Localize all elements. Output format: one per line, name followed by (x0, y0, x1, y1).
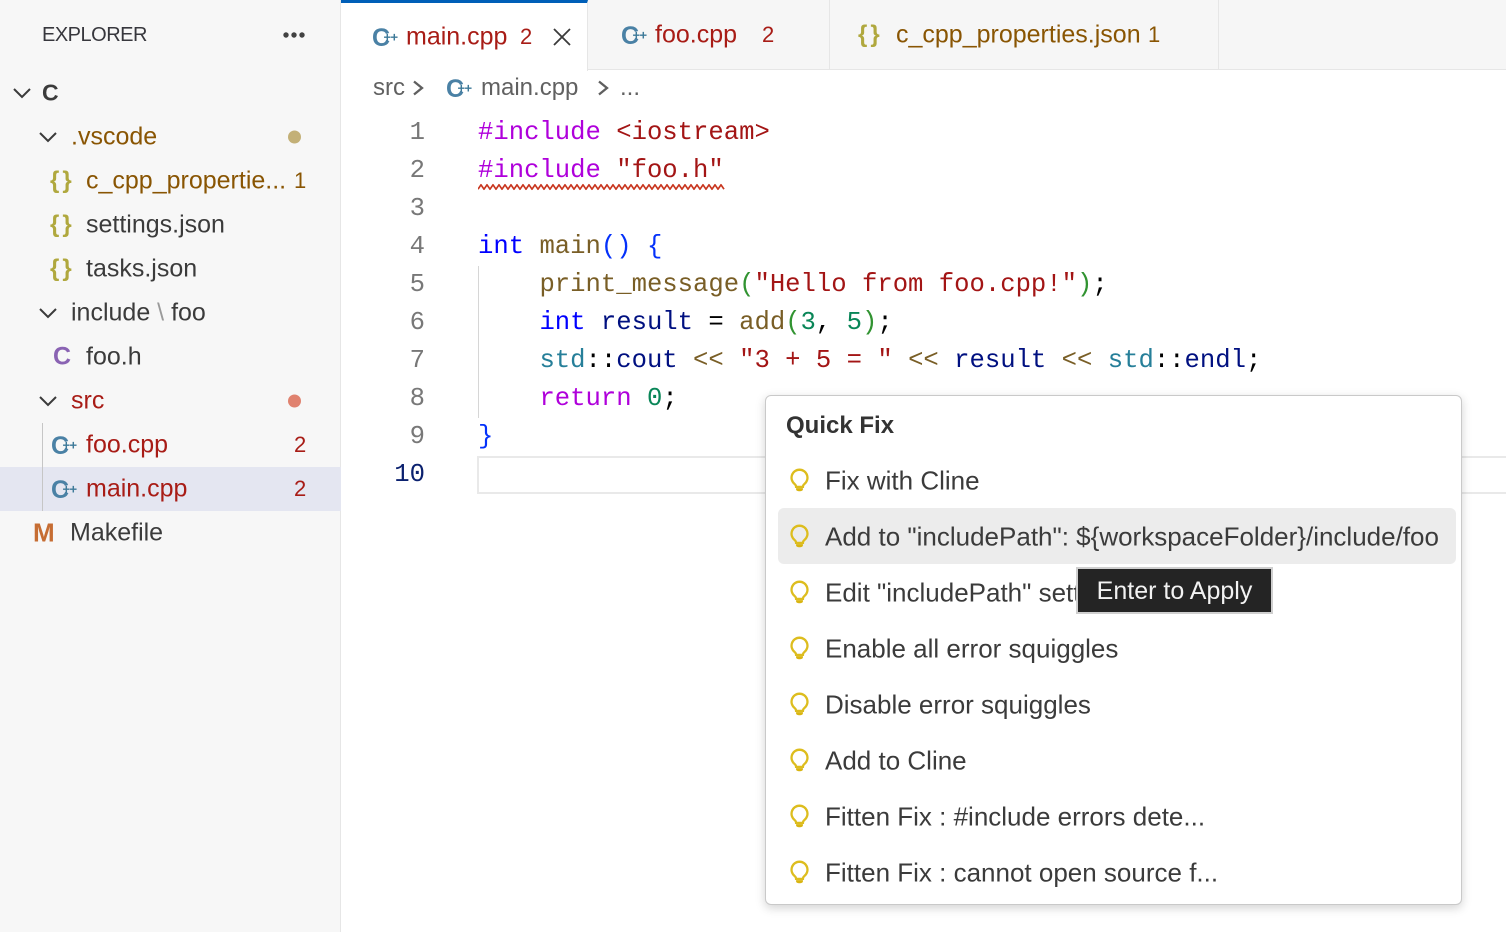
svg-text:+: + (70, 438, 78, 453)
svg-text:+: + (391, 30, 399, 45)
svg-text:+: + (70, 482, 78, 497)
svg-text:+: + (640, 28, 648, 43)
svg-text:+: + (465, 81, 473, 96)
